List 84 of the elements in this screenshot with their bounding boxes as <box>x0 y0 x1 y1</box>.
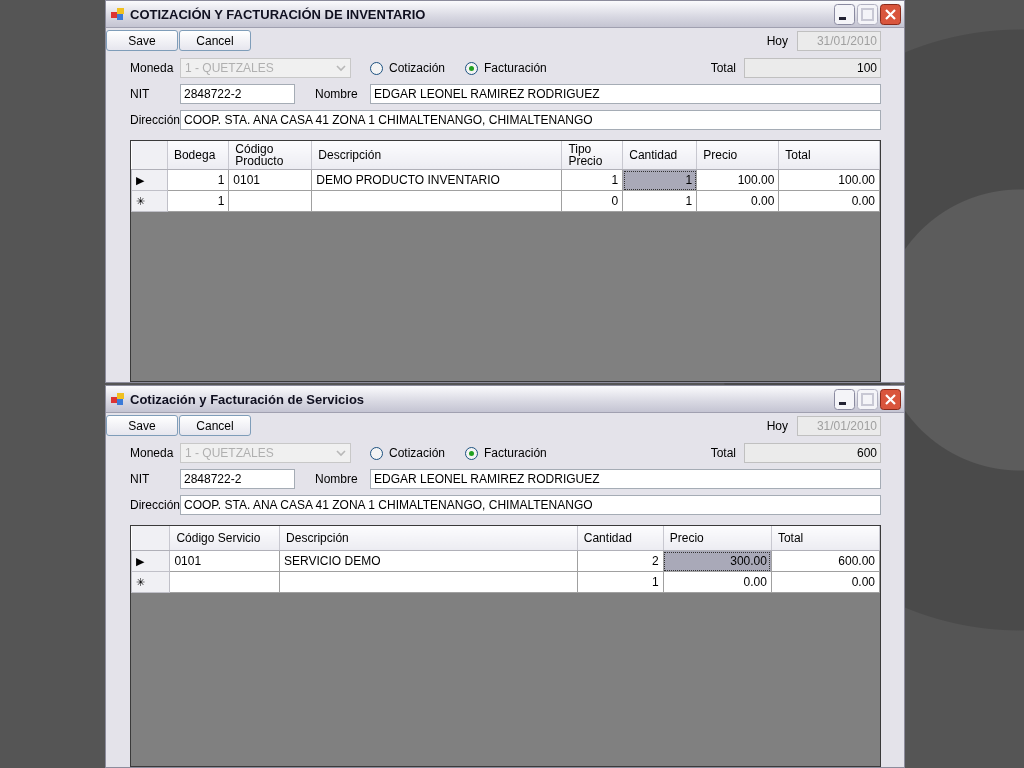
table-cell[interactable]: 0.00 <box>696 190 779 212</box>
name-field[interactable]: EDGAR LEONEL RAMIREZ RODRIGUEZ <box>370 469 881 489</box>
column-header[interactable]: Código Producto <box>228 141 312 170</box>
table-cell[interactable]: 100.00 <box>778 169 880 191</box>
nit-field[interactable]: 2848722-2 <box>180 469 295 489</box>
address-label: Dirección <box>130 498 180 512</box>
table-cell[interactable]: 0101 <box>228 169 312 191</box>
toolbar-button[interactable]: Cancel <box>179 30 251 51</box>
table-cell[interactable]: 1 <box>577 571 664 593</box>
table-cell[interactable]: 0101 <box>169 550 280 572</box>
address-field[interactable]: COOP. STA. ANA CASA 41 ZONA 1 CHIMALTENANGO, CHIMALTENANGO <box>180 110 881 130</box>
table-cell[interactable]: 0.00 <box>778 190 880 212</box>
address-label: Dirección <box>130 113 180 127</box>
table-cell[interactable]: 100.00 <box>696 169 779 191</box>
window-title: COTIZACIÓN Y FACTURACIÓN DE INVENTARIO <box>130 6 426 22</box>
name-label: Nombre <box>315 472 359 486</box>
table-cell[interactable]: 0.00 <box>771 571 880 593</box>
column-header[interactable]: Descripción <box>311 141 562 170</box>
currency-label: Moneda <box>130 61 175 75</box>
radio-label: Facturación <box>484 61 547 75</box>
column-header[interactable]: Total <box>778 141 880 170</box>
toolbar-button[interactable]: Save <box>106 30 178 51</box>
window-title: Cotización y Facturación de Servicios <box>130 391 365 407</box>
row-marker[interactable]: ▶ <box>131 550 170 572</box>
column-header[interactable]: Bodega <box>167 141 229 170</box>
app-icon <box>111 392 125 406</box>
radio-label: Cotización <box>389 446 446 460</box>
table-cell[interactable]: 0 <box>561 190 623 212</box>
radio-label: Facturación <box>484 446 547 460</box>
table-cell[interactable]: DEMO PRODUCTO INVENTARIO <box>311 169 562 191</box>
table-cell[interactable]: 2 <box>577 550 664 572</box>
name-label: Nombre <box>315 87 359 101</box>
currency-label: Moneda <box>130 446 175 460</box>
column-header[interactable]: Cantidad <box>622 141 697 170</box>
column-header[interactable]: Total <box>771 526 880 551</box>
row-header <box>131 526 170 551</box>
table-cell[interactable] <box>279 571 578 593</box>
radio-option[interactable]: Facturación <box>465 61 547 75</box>
table-cell[interactable]: SERVICIO DEMO <box>279 550 578 572</box>
column-header[interactable]: Cantidad <box>577 526 664 551</box>
close-icon[interactable] <box>880 3 901 25</box>
total-label: Total <box>710 446 736 460</box>
table-cell[interactable]: 1 <box>167 190 229 212</box>
table-cell[interactable]: 1 <box>622 190 697 212</box>
table-cell[interactable]: 1 <box>167 169 229 191</box>
app-icon <box>111 7 125 21</box>
table-cell[interactable]: 0.00 <box>663 571 772 593</box>
radio-option[interactable]: Cotización <box>370 61 446 75</box>
radio-button[interactable] <box>370 61 383 75</box>
close-icon[interactable] <box>880 388 901 410</box>
row-marker[interactable]: ✳ <box>131 571 170 593</box>
radio-button[interactable] <box>465 446 479 460</box>
nit-field[interactable]: 2848722-2 <box>180 84 295 104</box>
row-header <box>131 141 168 170</box>
column-header[interactable]: Código Servicio <box>169 526 280 551</box>
radio-button[interactable] <box>465 61 479 75</box>
row-marker[interactable]: ▶ <box>131 169 168 191</box>
nit-label: NIT <box>130 87 151 101</box>
toolbar-button[interactable]: Cancel <box>179 415 251 436</box>
table-cell[interactable]: 1 <box>561 169 623 191</box>
radio-button[interactable] <box>370 446 383 460</box>
radio-label: Cotización <box>389 61 446 75</box>
column-header[interactable]: Precio <box>663 526 772 551</box>
total-label: Total <box>710 61 736 75</box>
toolbar-button[interactable]: Save <box>106 415 178 436</box>
total-field[interactable]: 600 <box>744 443 881 463</box>
column-header[interactable]: Tipo Precio <box>561 141 623 170</box>
minimize-icon[interactable] <box>834 388 855 410</box>
address-field[interactable]: COOP. STA. ANA CASA 41 ZONA 1 CHIMALTENANGO, CHIMALTENANGO <box>180 495 881 515</box>
total-field[interactable]: 100 <box>744 58 881 78</box>
date-label: Hoy <box>766 33 788 48</box>
radio-option[interactable]: Cotización <box>370 446 446 460</box>
column-header[interactable]: Descripción <box>279 526 578 551</box>
table-cell[interactable] <box>169 571 280 593</box>
table-cell[interactable] <box>228 190 312 212</box>
nit-label: NIT <box>130 472 151 486</box>
table-cell[interactable]: 600.00 <box>771 550 880 572</box>
radio-option[interactable]: Facturación <box>465 446 547 460</box>
table-cell[interactable] <box>311 190 562 212</box>
row-marker[interactable]: ✳ <box>131 190 168 212</box>
name-field[interactable]: EDGAR LEONEL RAMIREZ RODRIGUEZ <box>370 84 881 104</box>
minimize-icon[interactable] <box>834 3 855 25</box>
column-header[interactable]: Precio <box>696 141 779 170</box>
date-label: Hoy <box>766 418 788 433</box>
